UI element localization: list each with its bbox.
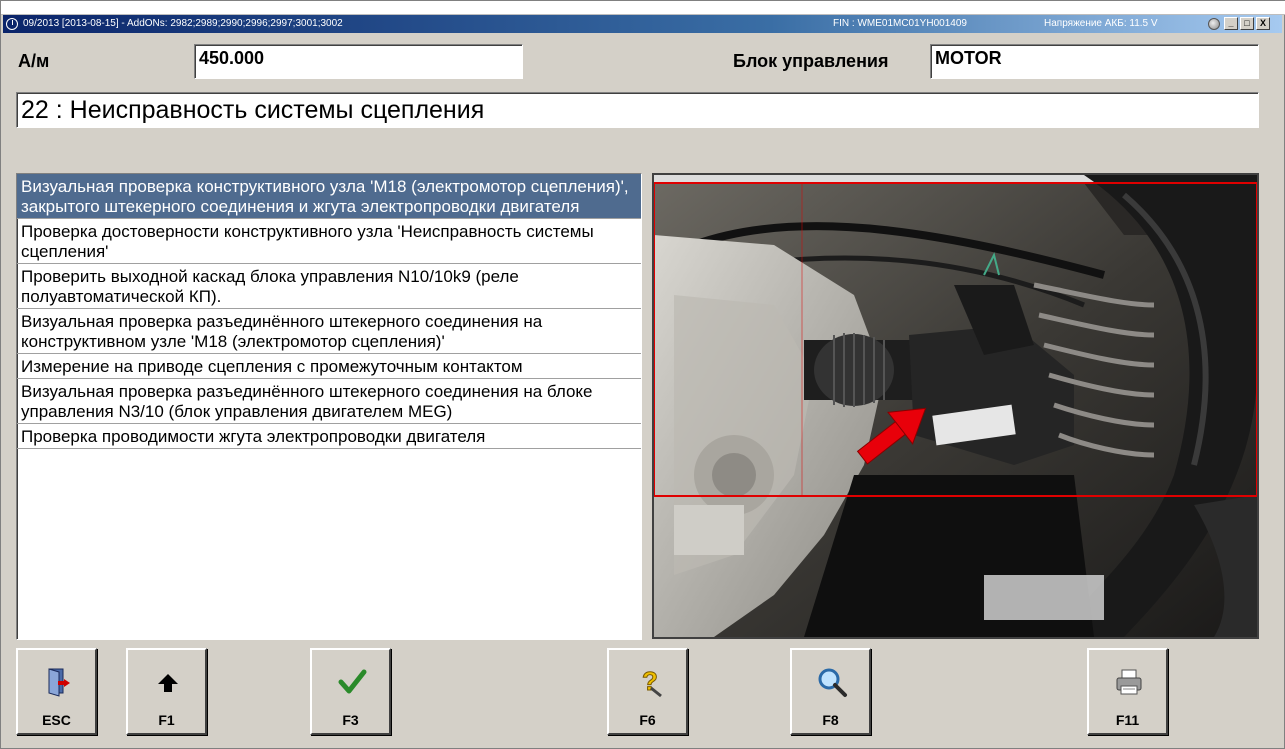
exit-door-icon — [48, 668, 70, 697]
title-bar[interactable]: 09/2013 [2013-08-15] - AddONs: 2982;2989… — [3, 15, 1282, 33]
f11-button[interactable]: F11 — [1087, 648, 1168, 735]
mercedes-star-icon — [6, 18, 18, 30]
close-button[interactable]: X — [1256, 17, 1270, 30]
f8-button[interactable]: F8 — [790, 648, 871, 735]
arrow-up-icon — [158, 674, 178, 692]
magnifier-icon — [818, 668, 847, 697]
list-item[interactable]: Визуальная проверка разъединённого штеке… — [17, 379, 641, 424]
f8-key-label: F8 — [822, 712, 839, 728]
f6-button[interactable]: ? F6 — [607, 648, 688, 735]
list-item[interactable]: Визуальная проверка разъединённого штеке… — [17, 309, 641, 354]
test-step-list[interactable]: Визуальная проверка конструктивного узла… — [16, 173, 642, 640]
window-title: 09/2013 [2013-08-15] - AddONs: 2982;2989… — [23, 18, 343, 29]
ecu-label: Блок управления — [733, 51, 889, 71]
connection-status-icon — [1208, 18, 1220, 30]
list-item[interactable]: Проверка проводимости жгута электропрово… — [17, 424, 641, 449]
f1-key-label: F1 — [158, 712, 175, 728]
list-item[interactable]: Визуальная проверка конструктивного узла… — [17, 174, 641, 219]
component-photo — [652, 173, 1259, 639]
f1-button[interactable]: F1 — [126, 648, 207, 735]
fault-code-title: 22 : Неисправность системы сцепления — [16, 92, 1259, 128]
top-strip — [1, 1, 1285, 15]
f3-key-label: F3 — [342, 712, 359, 728]
list-item[interactable]: Проверка достоверности конструктивного у… — [17, 219, 641, 264]
f3-button[interactable]: F3 — [310, 648, 391, 735]
app-window: 09/2013 [2013-08-15] - AddONs: 2982;2989… — [0, 0, 1285, 749]
engine-bay-photo-illustration — [654, 175, 1257, 637]
esc-key-label: ESC — [42, 712, 71, 728]
list-item[interactable]: Проверить выходной каскад блока управлен… — [17, 264, 641, 309]
f6-key-label: F6 — [639, 712, 656, 728]
vehicle-model-field: 450.000 — [194, 44, 523, 79]
fin-readout: FIN : WME01MC01YH001409 — [833, 18, 967, 29]
printer-icon — [1116, 669, 1142, 695]
help-question-icon: ? — [642, 666, 662, 698]
maximize-button[interactable]: □ — [1240, 17, 1254, 30]
list-item[interactable]: Измерение на приводе сцепления с промежу… — [17, 354, 641, 379]
vehicle-label: А/м — [18, 51, 50, 71]
f11-key-label: F11 — [1115, 712, 1140, 728]
checkmark-icon — [338, 669, 367, 694]
ecu-field: MOTOR — [930, 44, 1259, 79]
esc-button[interactable]: ESC — [16, 648, 97, 735]
minimize-button[interactable]: _ — [1224, 17, 1238, 30]
battery-voltage-readout: Напряжение АКБ: 11.5 V — [1044, 18, 1158, 29]
